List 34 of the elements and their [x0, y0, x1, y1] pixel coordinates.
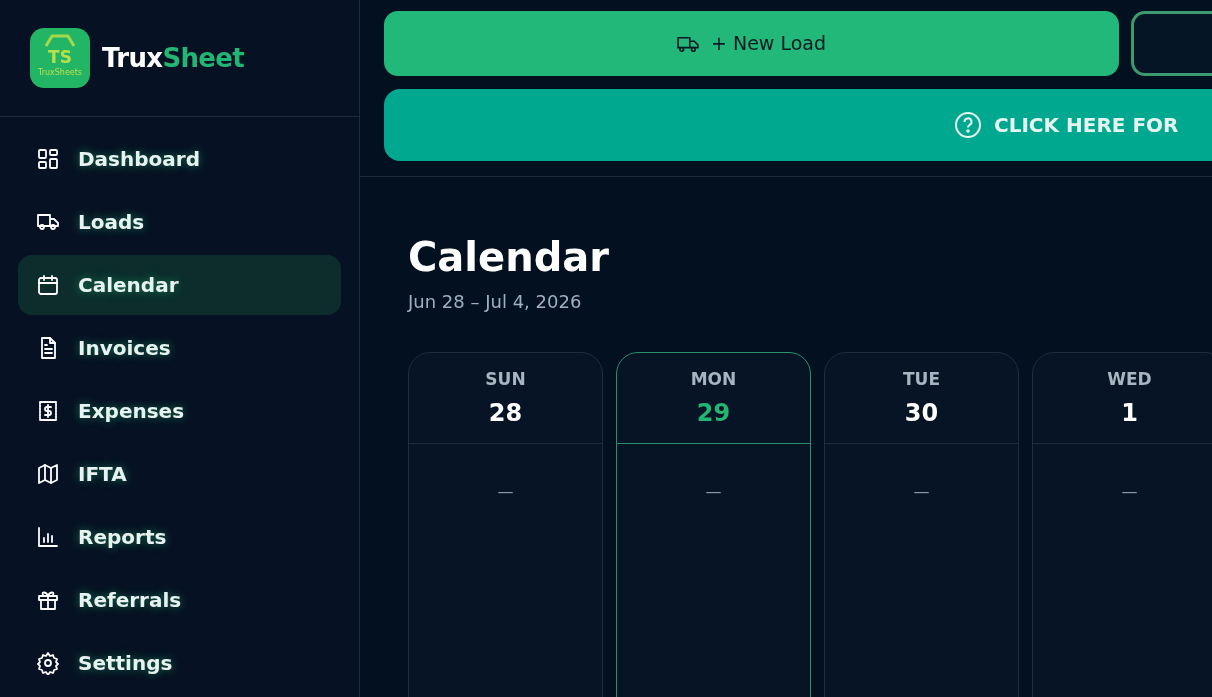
weekday-label: TUE [903, 368, 940, 391]
receipt-icon [36, 399, 60, 423]
empty-mark: — [1121, 481, 1138, 503]
sidebar-item[interactable]: Dashboard [18, 129, 341, 189]
weekday-label: WED [1107, 368, 1152, 391]
truck-icon [677, 34, 699, 53]
sidebar-item[interactable]: IFTA [18, 444, 341, 504]
map-icon [36, 462, 60, 486]
weekday-label: SUN [485, 368, 526, 391]
sidebar-item[interactable]: Calendar [18, 255, 341, 315]
day-number: 1 [1121, 397, 1138, 429]
sidebar-item[interactable]: Reports [18, 507, 341, 567]
weekday-label: MON [690, 368, 737, 391]
calendar-icon [36, 273, 60, 297]
sidebar-item[interactable]: Settings [18, 633, 341, 693]
empty-mark: — [913, 481, 930, 503]
empty-mark: — [497, 481, 514, 503]
date-range: Jun 28 – Jul 4, 2026 [408, 290, 583, 314]
day-number: 28 [488, 397, 523, 429]
new-load-button[interactable]: + New Load [384, 11, 1119, 76]
grid-icon [36, 147, 60, 171]
sidebar-item[interactable]: Expenses [18, 381, 341, 441]
page-title: Calendar [408, 233, 610, 282]
logo-icon: TS TruxSheets [30, 28, 90, 88]
sidebar-item[interactable]: Referrals [18, 570, 341, 630]
brand-name: TruxSheet [102, 41, 245, 75]
day-number: 29 [696, 397, 731, 429]
help-icon [954, 111, 982, 139]
empty-mark: — [705, 481, 722, 503]
day-number: 30 [904, 397, 939, 429]
sidebar-item[interactable]: Invoices [18, 318, 341, 378]
settings-icon [36, 651, 60, 675]
bar-chart-icon [36, 525, 60, 549]
sidebar-item[interactable]: Loads [18, 192, 341, 252]
